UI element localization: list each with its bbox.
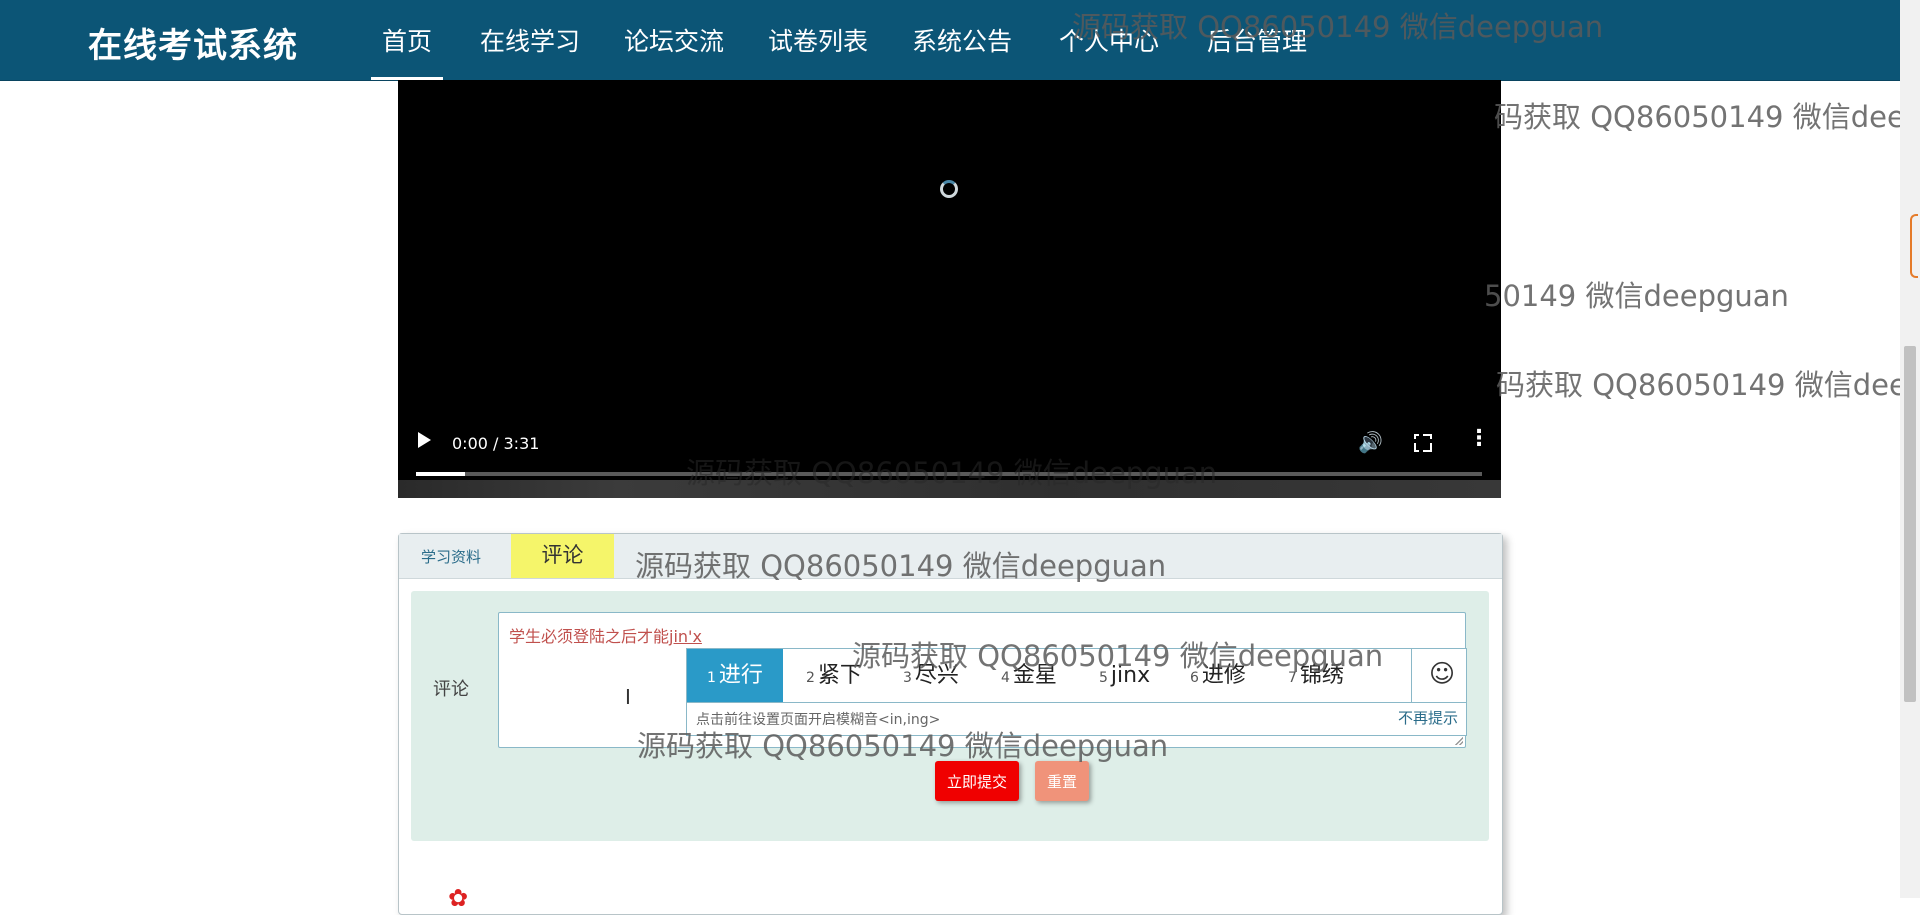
ime-candidate-1[interactable]: 1 进行 — [687, 649, 783, 702]
top-navbar: 在线考试系统 首页 在线学习 论坛交流 试卷列表 系统公告 个人中心 后台管理 — [0, 0, 1900, 81]
content-panel: 学习资料 评论 评论 学生必须登陆之后才能jin'x I 1 进行 2 紧下 3 尽兴… — [398, 533, 1503, 915]
ime-candidate-7[interactable]: 7 锦绣 — [1288, 649, 1344, 702]
comment-input-prefix: 学生必须登陆之后才能 — [509, 627, 670, 646]
tab-bar: 学习资料 评论 — [399, 534, 1502, 579]
ime-candidate-4[interactable]: 4 金星 — [1001, 649, 1057, 702]
tab-comments[interactable]: 评论 — [511, 534, 614, 578]
video-progress-bar[interactable] — [416, 472, 1482, 476]
text-cursor-icon: I — [625, 685, 631, 709]
reset-button[interactable]: 重置 — [1035, 761, 1089, 801]
ime-candidate-6[interactable]: 6 进修 — [1190, 649, 1246, 702]
watermark: 50149 微信deepguan — [1484, 279, 1789, 313]
video-frame-strip — [398, 480, 1501, 498]
scrollbar-thumb[interactable] — [1904, 346, 1916, 702]
comment-label: 评论 — [433, 679, 469, 700]
site-brand[interactable]: 在线考试系统 — [88, 18, 298, 67]
nav-item-admin[interactable]: 后台管理 — [1207, 22, 1307, 58]
video-time: 0:00 / 3:31 — [452, 434, 540, 453]
comment-input-text: 学生必须登陆之后才能jin'x — [509, 623, 702, 647]
resize-grip-icon[interactable] — [1455, 737, 1463, 745]
scroll-marker — [1910, 214, 1918, 278]
ime-candidate-3[interactable]: 3 尽兴 — [903, 649, 959, 702]
ime-candidate-popup: 1 进行 2 紧下 3 尽兴 4 金星 5 jinx 6 进修 7 锦绣 ☺ 点击前往设置页面… — [686, 648, 1467, 736]
nav-item-announcements[interactable]: 系统公告 — [912, 22, 1012, 58]
nav-item-profile[interactable]: 个人中心 — [1059, 22, 1159, 58]
nav-item-online-learning[interactable]: 在线学习 — [480, 22, 580, 58]
fullscreen-icon[interactable] — [1414, 434, 1432, 452]
ime-divider — [1411, 649, 1412, 702]
tab-materials[interactable]: 学习资料 — [421, 546, 481, 567]
ime-candidate-2[interactable]: 2 紧下 — [806, 649, 862, 702]
nav-item-home[interactable]: 首页 — [382, 22, 432, 58]
watermark: 码获取 QQ86050149 微信deep — [1494, 100, 1920, 134]
ime-candidate-5[interactable]: 5 jinx — [1099, 649, 1150, 702]
play-icon[interactable] — [418, 432, 431, 448]
volume-icon[interactable]: 🔊 — [1358, 430, 1383, 454]
loading-spinner-icon — [940, 180, 958, 198]
video-progress-fill — [416, 472, 466, 476]
ime-separator — [687, 702, 1466, 703]
ime-hint[interactable]: 点击前往设置页面开启模糊音<in,ing> — [696, 709, 940, 729]
nav-item-forum[interactable]: 论坛交流 — [624, 22, 724, 58]
emoji-icon[interactable]: ☺ — [1429, 659, 1455, 688]
comment-input-composing: jin'x — [669, 627, 702, 646]
comment-textarea[interactable]: 学生必须登陆之后才能jin'x I 1 进行 2 紧下 3 尽兴 4 金星 5 jinx … — [498, 612, 1467, 748]
comment-form: 评论 学生必须登陆之后才能jin'x I 1 进行 2 紧下 3 尽兴 4 金星 5 ji… — [411, 591, 1489, 841]
more-options-icon[interactable]: ⋮ — [1468, 426, 1490, 451]
page-scrollbar[interactable] — [1900, 0, 1920, 898]
video-player[interactable]: 0:00 / 3:31 🔊 ⋮ — [398, 80, 1501, 498]
flower-icon: ✿ — [448, 884, 469, 912]
watermark: 码获取 QQ86050149 微信deepg — [1496, 368, 1920, 402]
submit-button[interactable]: 立即提交 — [935, 761, 1019, 801]
nav-item-exam-list[interactable]: 试卷列表 — [768, 22, 868, 58]
ime-dismiss-link[interactable]: 不再提示 — [1398, 707, 1458, 728]
